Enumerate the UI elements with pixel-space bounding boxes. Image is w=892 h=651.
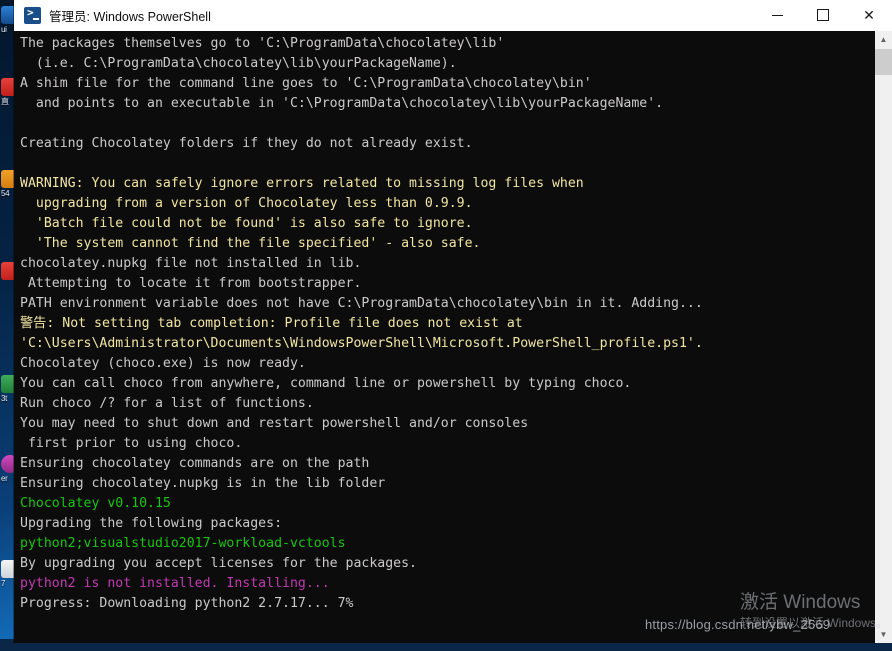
console-line: Upgrading the following packages:: [20, 516, 283, 531]
desktop-icon-label: 直: [1, 97, 9, 106]
console-line: 'C:\Users\Administrator\Documents\Window…: [20, 336, 703, 351]
console-line: PATH environment variable does not have …: [20, 296, 703, 311]
powershell-window: 管理员: Windows PowerShell ✕ The packages t…: [14, 0, 892, 643]
desktop-icon-label: er: [1, 474, 8, 483]
console-line: 'Batch file could not be found' is also …: [20, 216, 473, 231]
console-line: Chocolatey (choco.exe) is now ready.: [20, 356, 306, 371]
close-icon: ✕: [863, 7, 875, 23]
console-line: Run choco /? for a list of functions.: [20, 396, 314, 411]
window-title: 管理员: Windows PowerShell: [49, 9, 211, 24]
console-line: WARNING: You can safely ignore errors re…: [20, 176, 584, 191]
desktop-icon-label: ui: [1, 25, 7, 34]
console-output: The packages themselves go to 'C:\Progra…: [14, 31, 875, 643]
console-scrollbar[interactable]: ▲ ▼: [875, 31, 892, 643]
console-line: You can call choco from anywhere, comman…: [20, 376, 632, 391]
scrollbar-thumb[interactable]: [875, 49, 892, 75]
screen: ui 直 54 3t er 7 管理员: Windows PowerShell: [0, 0, 892, 651]
console-line: 'The system cannot find the file specifi…: [20, 236, 481, 251]
window-controls: ✕: [754, 0, 892, 30]
powershell-icon: [24, 6, 41, 24]
activation-title: 激活 Windows: [740, 592, 861, 613]
console-line: Ensuring chocolatey.nupkg is in the lib …: [20, 476, 386, 491]
maximize-button[interactable]: [800, 0, 846, 30]
desktop-icon-label: 7: [1, 579, 6, 588]
console-line: python2;visualstudio2017-workload-vctool…: [20, 536, 346, 551]
windows-activation-watermark: 激活 Windows 转到设置以激活 Windows。: [740, 591, 890, 631]
console-line: first prior to using choco.: [20, 436, 243, 451]
minimize-button[interactable]: [754, 0, 800, 30]
console-line: and points to an executable in 'C:\Progr…: [20, 96, 664, 111]
maximize-icon: [817, 9, 829, 21]
title-bar[interactable]: 管理员: Windows PowerShell ✕: [14, 0, 892, 31]
console-line: Ensuring chocolatey commands are on the …: [20, 456, 370, 471]
console-body[interactable]: The packages themselves go to 'C:\Progra…: [14, 31, 892, 643]
console-line: You may need to shut down and restart po…: [20, 416, 529, 431]
console-line: Creating Chocolatey folders if they do n…: [20, 136, 473, 151]
scroll-up-arrow-icon[interactable]: ▲: [875, 31, 892, 48]
console-line: A shim file for the command line goes to…: [20, 76, 592, 91]
console-line: By upgrading you accept licenses for the…: [20, 556, 417, 571]
desktop-icon-label: 3t: [1, 394, 8, 403]
desktop-icon-label: 54: [1, 189, 10, 198]
console-line: chocolatey.nupkg file not installed in l…: [20, 256, 362, 271]
minimize-icon: [771, 14, 783, 16]
console-line: 警告: Not setting tab completion: Profile …: [20, 316, 523, 331]
console-line: The packages themselves go to 'C:\Progra…: [20, 36, 505, 51]
console-line: (i.e. C:\ProgramData\chocolatey\lib\your…: [20, 56, 457, 71]
console-line: Attempting to locate it from bootstrappe…: [20, 276, 362, 291]
console-line: Chocolatey v0.10.15: [20, 496, 171, 511]
activation-subtitle: 转到设置以激活 Windows。: [740, 616, 889, 630]
close-button[interactable]: ✕: [846, 0, 892, 30]
console-line: upgrading from a version of Chocolatey l…: [20, 196, 473, 211]
